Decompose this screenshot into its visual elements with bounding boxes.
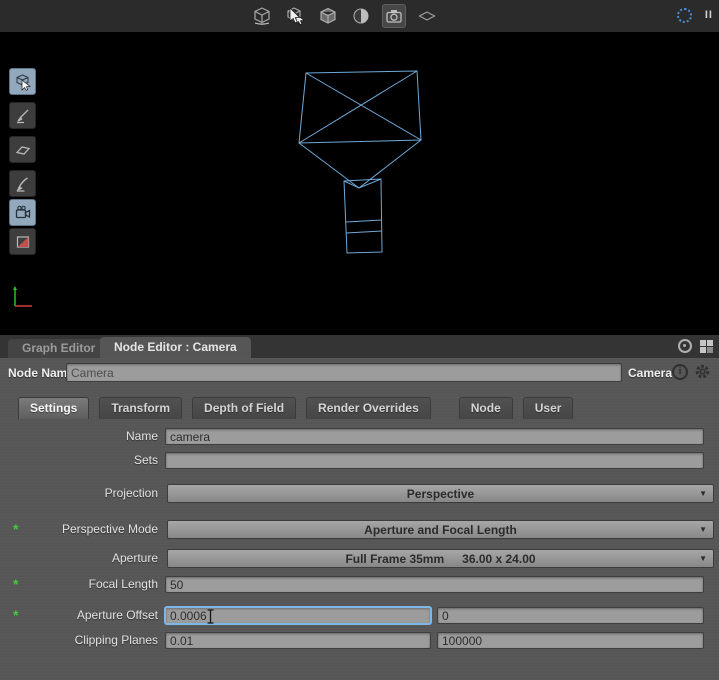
clipping-planes-label: Clipping Planes (8, 632, 158, 649)
material-tool[interactable] (9, 228, 36, 255)
aperture-size: 36.00 x 24.00 (462, 552, 535, 566)
name-input[interactable] (165, 428, 704, 445)
focal-length-label: Focal Length (8, 576, 158, 593)
axis-gizmo-icon (8, 284, 36, 312)
aperture-preset: Full Frame 35mm (345, 552, 444, 566)
perspective-mode-label: Perspective Mode (8, 521, 158, 538)
layout-grid-icon[interactable] (700, 340, 713, 353)
clipping-far-input[interactable] (437, 632, 704, 649)
tab-render-overrides[interactable]: Render Overrides (306, 397, 431, 419)
node-name-label: Node Name (8, 366, 74, 380)
select-box-tool[interactable] (9, 68, 36, 95)
plane-tool[interactable] (9, 136, 36, 163)
tab-user[interactable]: User (523, 397, 574, 419)
sets-input[interactable] (165, 452, 704, 469)
aperture-offset-label: Aperture Offset (8, 607, 158, 624)
edit-arrow-tool[interactable] (9, 102, 36, 129)
camera-wireframe (0, 32, 719, 335)
cube-icon[interactable] (316, 4, 340, 28)
projection-value: Perspective (407, 487, 474, 501)
top-toolbar-icons (250, 4, 439, 28)
3d-viewport[interactable] (0, 32, 719, 335)
perspective-mode-dropdown[interactable]: Aperture and Focal Length ▼ (167, 520, 714, 539)
activity-spinner-icon (677, 8, 692, 23)
perspective-mode-value: Aperture and Focal Length (364, 523, 517, 537)
focal-length-input[interactable] (165, 576, 704, 593)
sphere-icon[interactable] (349, 4, 373, 28)
tab-transform[interactable]: Transform (99, 397, 182, 419)
editor-tabbar: Graph Editor Node Editor : Camera (0, 335, 719, 358)
rotate-cube-icon[interactable] (250, 4, 274, 28)
draw-tool[interactable] (9, 170, 36, 197)
gear-icon[interactable] (694, 363, 711, 383)
info-icon[interactable]: i (672, 364, 688, 380)
tab-depth-of-field[interactable]: Depth of Field (192, 397, 296, 419)
clipping-near-input[interactable] (165, 632, 431, 649)
chevron-down-icon: ▼ (699, 525, 707, 534)
projection-label: Projection (8, 485, 158, 502)
top-toolbar: II (0, 0, 719, 32)
mouse-cursor (289, 8, 301, 25)
node-type-label: Camera (628, 366, 672, 380)
target-dot (683, 344, 686, 347)
tab-node[interactable]: Node (459, 397, 513, 419)
aperture-offset-y-input[interactable] (437, 607, 704, 624)
aperture-dropdown[interactable]: Full Frame 35mm 36.00 x 24.00 ▼ (167, 549, 714, 568)
projection-dropdown[interactable]: Perspective ▼ (167, 484, 714, 503)
mirror-icon[interactable] (415, 4, 439, 28)
application-window: II (0, 0, 719, 680)
tab-settings[interactable]: Settings (18, 397, 89, 419)
settings-tabs: Settings Transform Depth of Field Render… (18, 397, 583, 419)
camera-tool[interactable] (9, 199, 36, 226)
aperture-label: Aperture (8, 550, 158, 567)
aperture-offset-x-input[interactable] (165, 607, 431, 624)
node-name-input[interactable] (66, 363, 622, 382)
chevron-down-icon: ▼ (699, 489, 707, 498)
sets-label: Sets (8, 452, 158, 469)
text-cursor-icon (206, 609, 215, 624)
target-icon[interactable] (678, 339, 692, 353)
camera-icon[interactable] (382, 4, 406, 28)
name-label: Name (8, 428, 158, 445)
pause-button[interactable]: II (705, 9, 713, 21)
tab-graph-editor[interactable]: Graph Editor (8, 339, 109, 358)
chevron-down-icon: ▼ (699, 554, 707, 563)
tab-node-editor[interactable]: Node Editor : Camera (100, 337, 251, 358)
tabbar-icons (678, 339, 713, 353)
